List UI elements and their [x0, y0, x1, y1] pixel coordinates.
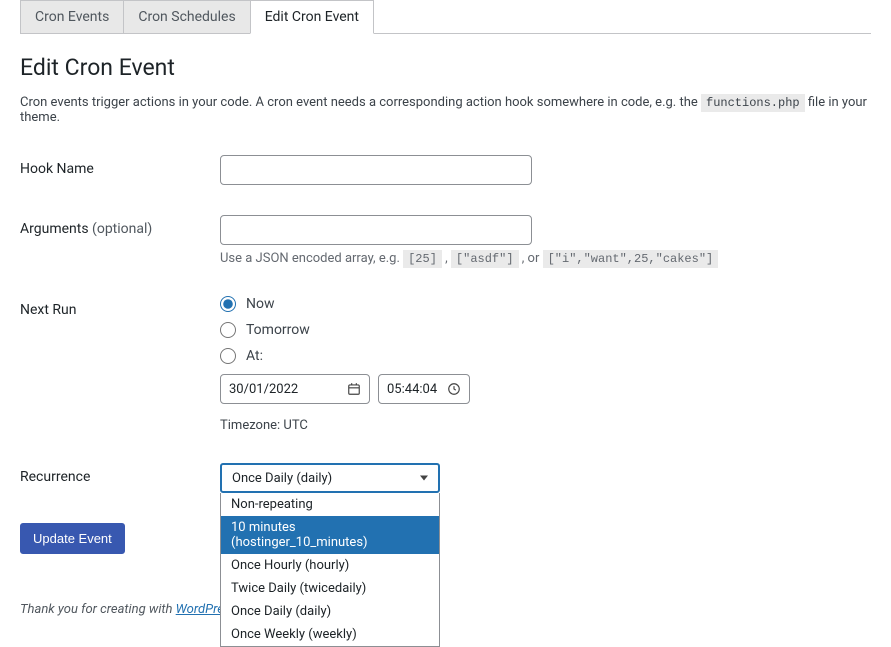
option-non-repeating[interactable]: Non-repeating [221, 493, 439, 516]
tab-cron-schedules[interactable]: Cron Schedules [123, 0, 250, 33]
time-input[interactable]: 05:44:04 [378, 374, 470, 404]
hook-name-label: Hook Name [20, 155, 220, 177]
radio-tomorrow-label: Tomorrow [246, 322, 310, 338]
option-twice-daily[interactable]: Twice Daily (twicedaily) [221, 577, 439, 600]
recurrence-select[interactable]: Once Daily (daily) [220, 463, 440, 493]
tab-edit-cron-event[interactable]: Edit Cron Event [250, 0, 374, 34]
timezone-text: Timezone: UTC [220, 418, 871, 433]
radio-at-label: At: [246, 348, 263, 364]
tabs-container: Cron Events Cron Schedules Edit Cron Eve… [20, 0, 871, 34]
radio-now[interactable] [220, 296, 236, 312]
option-once-daily[interactable]: Once Daily (daily) [221, 600, 439, 623]
code-functions-php: functions.php [701, 94, 805, 112]
clock-icon [447, 382, 461, 396]
option-10-minutes[interactable]: 10 minutes (hostinger_10_minutes) [221, 516, 439, 554]
arguments-help: Use a JSON encoded array, e.g. [25] , ["… [220, 251, 871, 266]
arguments-label: Arguments (optional) [20, 215, 220, 237]
option-once-hourly[interactable]: Once Hourly (hourly) [221, 554, 439, 577]
hook-name-input[interactable] [220, 155, 532, 185]
option-once-weekly[interactable]: Once Weekly (weekly) [221, 623, 439, 646]
radio-now-label: Now [246, 296, 275, 312]
radio-tomorrow[interactable] [220, 322, 236, 338]
recurrence-dropdown: Non-repeating 10 minutes (hostinger_10_m… [220, 493, 440, 647]
footer-text: Thank you for creating with WordPress. [20, 602, 871, 617]
radio-at[interactable] [220, 348, 236, 364]
page-title: Edit Cron Event [20, 54, 871, 81]
date-input[interactable]: 30/01/2022 [220, 374, 370, 404]
page-description: Cron events trigger actions in your code… [20, 95, 871, 125]
tab-cron-events[interactable]: Cron Events [20, 0, 124, 33]
next-run-label: Next Run [20, 296, 220, 318]
recurrence-label: Recurrence [20, 463, 220, 485]
arguments-input[interactable] [220, 215, 532, 245]
calendar-icon [347, 382, 361, 396]
update-event-button[interactable]: Update Event [20, 523, 125, 554]
